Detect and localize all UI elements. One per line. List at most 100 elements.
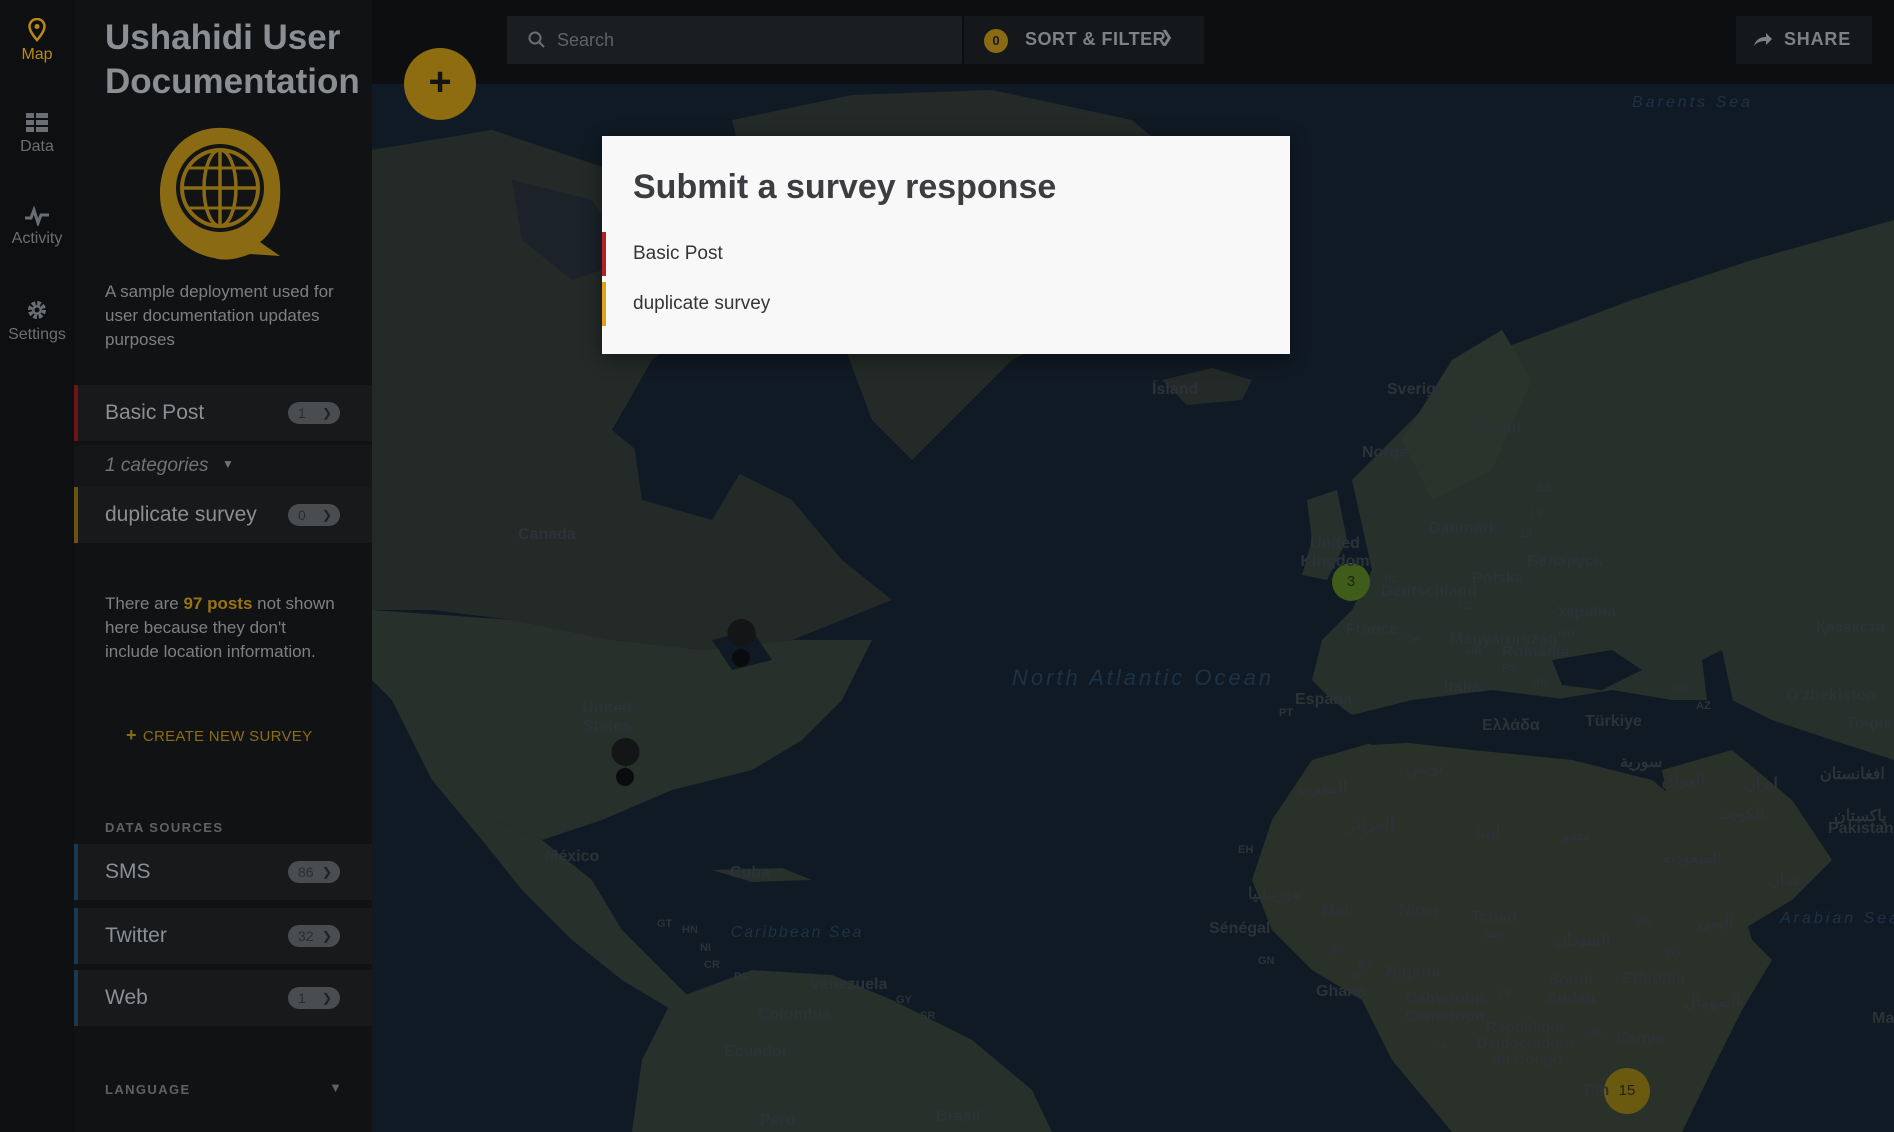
source-count-toggle[interactable]: 86 ❯ (288, 861, 340, 883)
map-label-oman: عمان (1768, 872, 1804, 889)
filter-count-badge: 0 (984, 29, 1008, 53)
survey-color-bar (74, 487, 78, 543)
map-label-bj: BJ (1358, 958, 1373, 970)
map-label-tunisia: تونس (1406, 760, 1444, 777)
map-label-suomi: Suomi (1472, 418, 1521, 435)
survey-count: 1 (298, 405, 306, 421)
data-source-sms[interactable]: SMS 86 ❯ (74, 844, 372, 900)
map-label-island: Ísland (1152, 381, 1199, 398)
sort-filter-label: SORT & FILTER (1025, 29, 1167, 49)
sidebar: Ushahidi User Documentation A sample dep… (74, 0, 372, 1132)
map-label-saudi: السعودية (1662, 850, 1722, 867)
map-label-lt: LT (1521, 528, 1534, 540)
share-button[interactable]: SHARE (1736, 16, 1872, 64)
map-label-rdc: République Démocratique du Congo (1476, 1019, 1578, 1068)
map-cluster-africa[interactable]: 15 (1604, 1068, 1650, 1114)
add-post-button[interactable]: + (404, 48, 476, 120)
chevron-down-icon: ❯ (321, 865, 332, 879)
map-label-ma: Ma (1872, 1010, 1894, 1027)
nav-label-data: Data (20, 138, 54, 155)
map-label-afghan: افغانستان (1820, 766, 1885, 783)
map-label-sr: SR (920, 1010, 936, 1022)
unmapped-posts-note: There are 97 posts not shown here becaus… (105, 592, 335, 664)
source-count-toggle[interactable]: 32 ❯ (288, 925, 340, 947)
data-grid-icon (26, 113, 48, 132)
map-label-er: ER (1636, 916, 1652, 928)
activity-pulse-icon (25, 206, 49, 226)
survey-count-toggle[interactable]: 0 ❯ (288, 504, 340, 526)
map-label-somalia: الصومال (1684, 994, 1741, 1011)
modal-survey-label: Basic Post (633, 243, 723, 264)
map-label-mali: Mali (1322, 902, 1354, 919)
source-label: Twitter (105, 924, 167, 947)
map-label-ukraina: Україна (1557, 604, 1617, 621)
map-label-cf: CF (1498, 988, 1513, 1000)
language-heading[interactable]: LANGUAGE (105, 1082, 191, 1097)
source-label: SMS (105, 860, 151, 883)
caret-down-icon: ▼ (222, 457, 234, 471)
data-source-web[interactable]: Web 1 ❯ (74, 970, 372, 1026)
create-survey-button[interactable]: + CREATE NEW SURVEY (126, 725, 312, 746)
map-label-cr: CR (704, 959, 720, 971)
map-label-romania: România (1502, 644, 1570, 661)
map-label-barents: Barents Sea (1632, 94, 1754, 111)
note-prefix: There are (105, 594, 179, 613)
source-color-bar (74, 908, 78, 964)
map-label-tanzania: Tan (1582, 1082, 1610, 1099)
data-source-twitter[interactable]: Twitter 32 ❯ (74, 908, 372, 964)
map-label-kuwait: الكويت (1718, 806, 1765, 823)
nav-item-data[interactable]: Data (0, 112, 74, 156)
nav-label-activity: Activity (11, 230, 63, 247)
globe-logo-icon (160, 127, 281, 260)
source-count: 86 (298, 864, 314, 880)
gear-icon (28, 301, 46, 319)
map-label-iran: ایران (1744, 776, 1778, 793)
survey-filter-duplicate-survey[interactable]: duplicate survey 0 ❯ (74, 487, 372, 543)
survey-color-bar (74, 385, 78, 441)
modal-survey-option-duplicate-survey[interactable]: duplicate survey (602, 282, 1290, 326)
map-label-espana: España (1295, 691, 1352, 708)
nav-item-settings[interactable]: Settings (0, 298, 74, 344)
map-label-ug: UG (1586, 1027, 1603, 1039)
map-label-venezuela: Venezuela (810, 976, 888, 993)
categories-toggle[interactable]: 1 categories ▼ (74, 445, 372, 487)
modal-survey-option-basic-post[interactable]: Basic Post (602, 232, 1290, 276)
survey-response-modal: Submit a survey response Basic Post dupl… (602, 136, 1290, 354)
map-label-nigeria: Nigeria (1386, 964, 1441, 981)
search-box[interactable] (507, 16, 962, 64)
map-label-mexico: México (545, 848, 600, 865)
chevron-down-icon: ❯ (1160, 29, 1174, 46)
map-label-deutschland: Deutschland (1381, 583, 1478, 600)
map-label-gn: GN (1258, 955, 1275, 967)
source-count-toggle[interactable]: 1 ❯ (288, 987, 340, 1009)
map-label-ellada: Ελλάδα (1482, 717, 1540, 734)
map-label-belarus: Беларусь (1527, 553, 1604, 570)
nav-item-map[interactable]: Map (0, 18, 74, 64)
map-label-pakistan: Pakistan (1828, 820, 1894, 837)
app-root: 3 15 Barents Sea North Atlantic Ocean Ca… (0, 0, 1894, 1132)
map-label-danmark: Danmark (1429, 520, 1498, 537)
nav-item-activity[interactable]: Activity (0, 206, 74, 248)
map-label-kenya: Kenya (1616, 1030, 1665, 1047)
search-input[interactable] (557, 26, 937, 54)
survey-color-bar (602, 232, 606, 276)
survey-filter-basic-post[interactable]: Basic Post 1 ❯ (74, 385, 372, 441)
modal-title: Submit a survey response (633, 168, 1057, 206)
map-label-south-sudan: South Sudan (1546, 972, 1596, 1007)
plus-icon: + (126, 725, 137, 745)
deployment-title: Ushahidi User Documentation (105, 18, 360, 101)
chevron-down-icon[interactable]: ▼ (329, 1080, 342, 1095)
unmapped-posts-link[interactable]: 97 posts (183, 594, 252, 613)
share-label: SHARE (1784, 29, 1852, 49)
survey-label: duplicate survey (105, 503, 257, 526)
sort-filter-button[interactable]: 0 SORT & FILTER ❯ (964, 16, 1204, 64)
map-label-turkiye: Türkiye (1585, 713, 1642, 730)
map-label-ghana: Ghana (1316, 983, 1366, 1000)
map-label-mauritania: موريتانيا (1248, 886, 1301, 903)
source-label: Web (105, 986, 148, 1009)
map-label-rs: RS (1502, 662, 1518, 674)
map-label-brasil: Brasil (936, 1108, 981, 1125)
map-label-cuba: Cuba (730, 864, 770, 881)
survey-count-toggle[interactable]: 1 ❯ (288, 402, 340, 424)
map-label-gt: GT (657, 918, 673, 930)
